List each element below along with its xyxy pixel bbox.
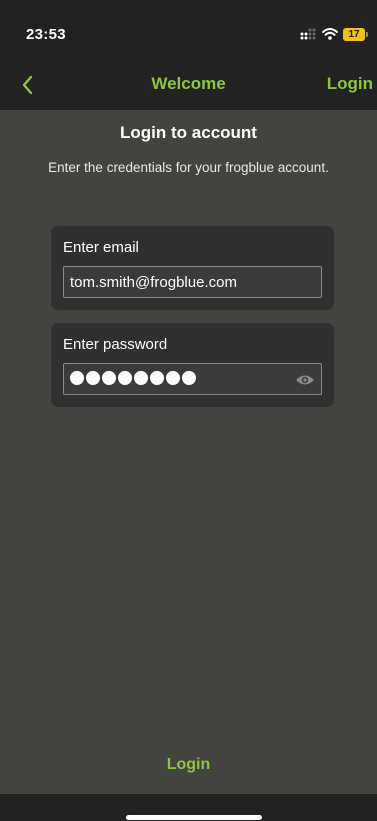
status-icons: 17 bbox=[300, 26, 368, 42]
password-dot bbox=[134, 371, 148, 385]
home-indicator bbox=[126, 815, 262, 820]
password-dot bbox=[182, 371, 196, 385]
battery-icon: 17 bbox=[343, 27, 368, 41]
battery-level: 17 bbox=[343, 27, 365, 41]
wifi-icon bbox=[322, 28, 338, 40]
navigation-bar: Welcome Login bbox=[0, 62, 377, 110]
status-bar: 23:53 17 bbox=[0, 0, 377, 62]
password-dot bbox=[102, 371, 116, 385]
status-time: 23:53 bbox=[26, 26, 66, 43]
password-label: Enter password bbox=[63, 336, 168, 353]
battery-cap bbox=[366, 31, 368, 37]
password-dot bbox=[166, 371, 180, 385]
password-mask bbox=[70, 371, 196, 385]
page-title: Login to account bbox=[120, 123, 257, 142]
page-subtitle: Enter the credentials for your frogblue … bbox=[48, 160, 329, 175]
password-field[interactable] bbox=[63, 363, 322, 395]
password-dot bbox=[70, 371, 84, 385]
eye-icon[interactable] bbox=[295, 373, 315, 387]
email-card: Enter email tom.smith@frogblue.com bbox=[51, 226, 334, 310]
password-dot bbox=[150, 371, 164, 385]
email-value: tom.smith@frogblue.com bbox=[70, 274, 237, 291]
signal-icon bbox=[300, 28, 316, 40]
login-content: Login to account Enter the credentials f… bbox=[0, 110, 377, 794]
password-card: Enter password bbox=[51, 323, 334, 407]
email-label: Enter email bbox=[63, 239, 139, 256]
nav-login-button[interactable]: Login bbox=[327, 74, 373, 94]
login-button[interactable]: Login bbox=[0, 756, 377, 774]
password-dot bbox=[86, 371, 100, 385]
password-dot bbox=[118, 371, 132, 385]
nav-title: Welcome bbox=[151, 74, 226, 93]
email-field[interactable]: tom.smith@frogblue.com bbox=[63, 266, 322, 298]
home-bar-area bbox=[0, 794, 377, 821]
